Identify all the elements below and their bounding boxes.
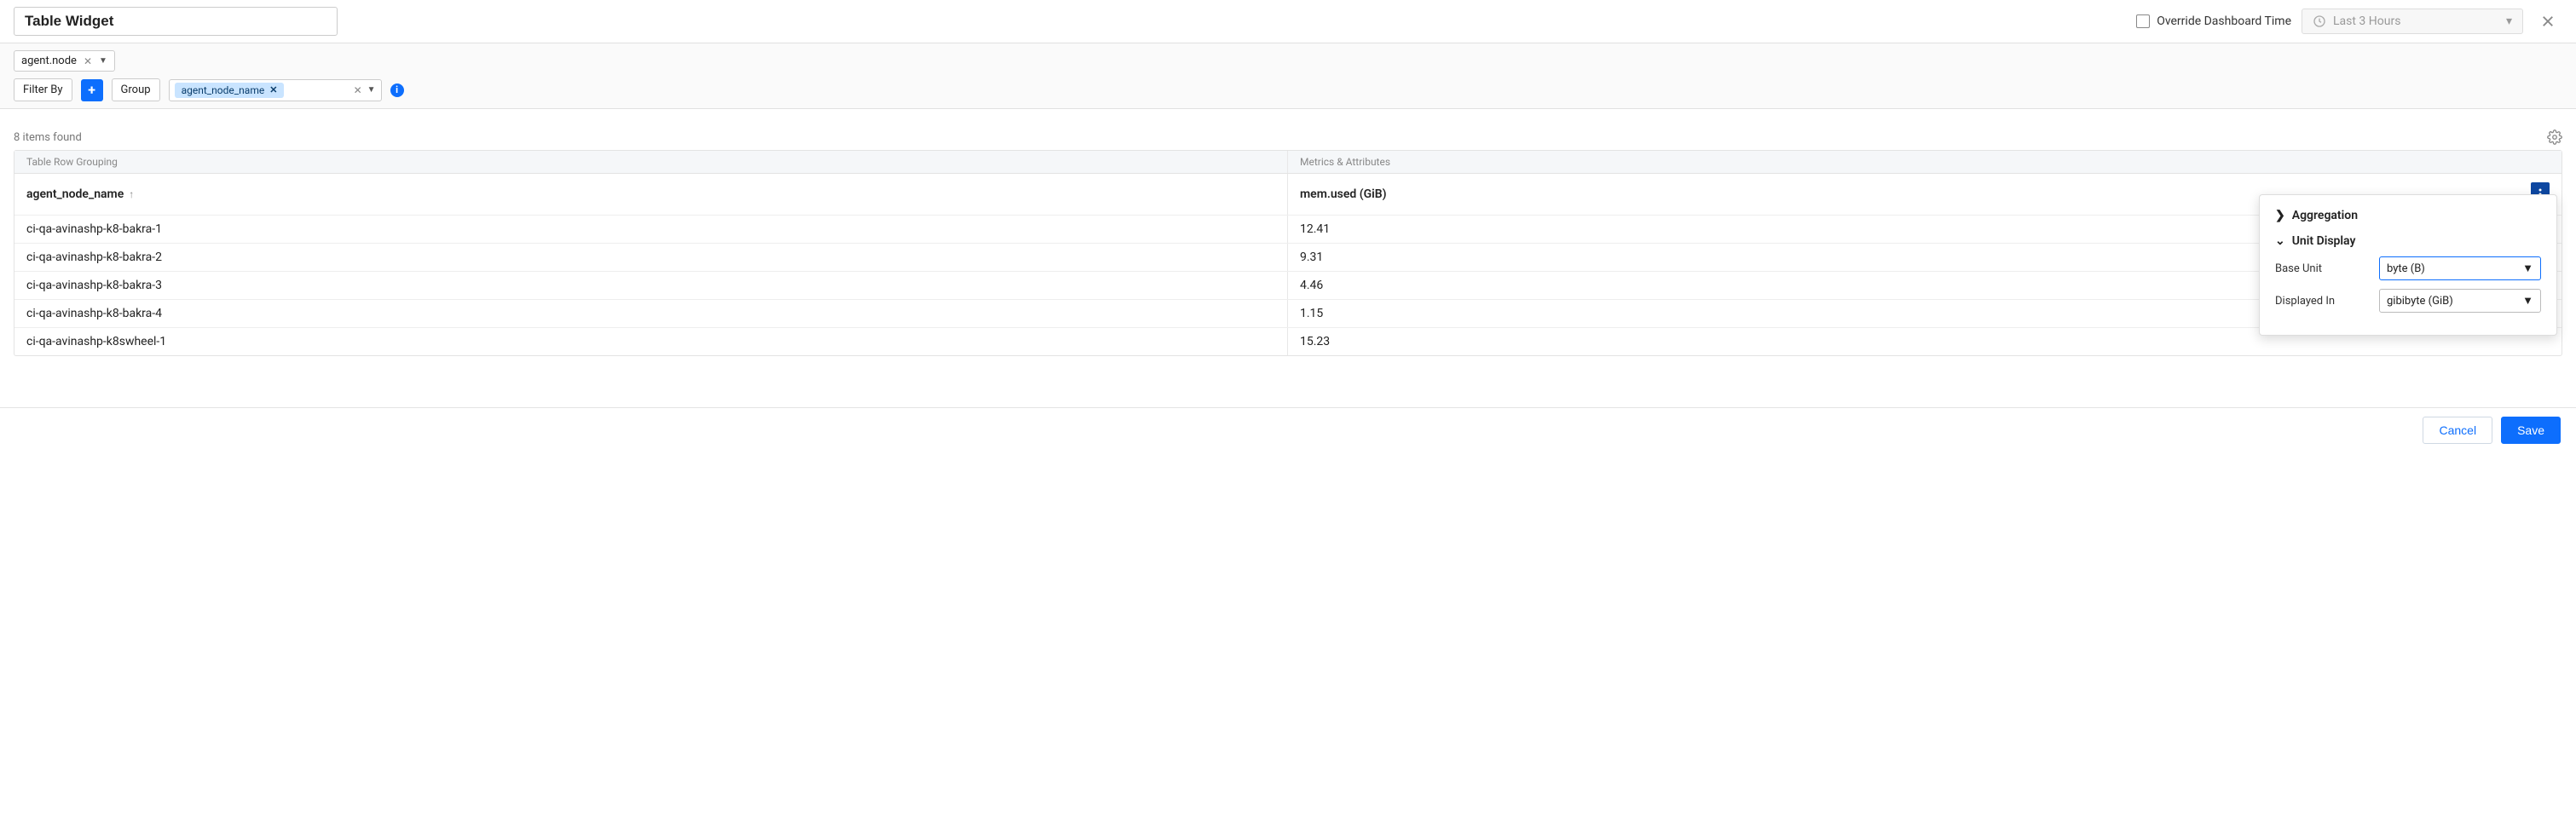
chevron-down-icon: ▾ — [2506, 14, 2512, 28]
cell-name: ci-qa-avinashp-k8-bakra-3 — [14, 272, 1288, 299]
cell-name: ci-qa-avinashp-k8-bakra-1 — [14, 216, 1288, 243]
filter-by-label: Filter By — [14, 78, 72, 101]
sort-ascending-icon: ↑ — [129, 188, 134, 200]
displayed-in-select[interactable]: gibibyte (GiB) ▼ — [2379, 289, 2541, 313]
source-tag[interactable]: agent.node ✕ ▼ — [14, 50, 115, 72]
cancel-button[interactable]: Cancel — [2423, 417, 2492, 444]
base-unit-value: byte (B) — [2387, 262, 2425, 275]
data-table: Table Row Grouping Metrics & Attributes … — [14, 150, 2562, 356]
chevron-down-icon: ⌄ — [2275, 234, 2285, 248]
info-icon[interactable]: i — [390, 83, 404, 97]
settings-button[interactable] — [2547, 129, 2562, 145]
items-found-label: 8 items found — [14, 131, 82, 144]
remove-source-icon[interactable]: ✕ — [84, 55, 92, 67]
cell-name: ci-qa-avinashp-k8-bakra-4 — [14, 300, 1288, 327]
base-unit-label: Base Unit — [2275, 262, 2369, 275]
time-range-selector: Last 3 Hours ▾ — [2302, 9, 2523, 34]
chevron-right-icon: ❯ — [2275, 209, 2285, 222]
table-row[interactable]: ci-qa-avinashp-k8-bakra-41.15 — [14, 299, 2562, 327]
group-label: Group — [112, 78, 160, 101]
override-time-label: Override Dashboard Time — [2157, 14, 2291, 28]
aggregation-section[interactable]: ❯ Aggregation — [2275, 209, 2541, 222]
table-row[interactable]: ci-qa-avinashp-k8swheel-115.23 — [14, 327, 2562, 355]
column-header-metric-label: mem.used (GiB) — [1300, 187, 1387, 201]
unit-display-label: Unit Display — [2292, 234, 2356, 248]
gear-icon — [2547, 129, 2562, 145]
close-icon — [2540, 14, 2556, 29]
source-tag-label: agent.node — [21, 55, 77, 67]
checkbox-icon — [2136, 14, 2150, 28]
add-filter-button[interactable]: + — [81, 79, 103, 101]
table-row[interactable]: ci-qa-avinashp-k8-bakra-34.46 — [14, 271, 2562, 299]
group-by-field[interactable]: agent_node_name ✕ ✕ ▼ — [169, 79, 382, 101]
displayed-in-label: Displayed In — [2275, 295, 2369, 308]
group-chip-label: agent_node_name — [182, 84, 265, 96]
clear-group-icon[interactable]: ✕ — [354, 84, 362, 96]
chevron-down-icon: ▼ — [2522, 294, 2533, 308]
cell-name: ci-qa-avinashp-k8-bakra-2 — [14, 244, 1288, 271]
chevron-down-icon[interactable]: ▼ — [99, 56, 107, 66]
column-section-metrics: Metrics & Attributes — [1288, 151, 2562, 173]
aggregation-label: Aggregation — [2292, 209, 2358, 222]
time-range-label: Last 3 Hours — [2333, 14, 2400, 28]
chevron-down-icon: ▼ — [2522, 262, 2533, 275]
close-button[interactable] — [2533, 10, 2562, 32]
base-unit-select[interactable]: byte (B) ▼ — [2379, 256, 2541, 280]
table-row[interactable]: ci-qa-avinashp-k8-bakra-29.31 — [14, 243, 2562, 271]
remove-group-chip-icon[interactable]: ✕ — [269, 84, 277, 95]
column-settings-popup: ❯ Aggregation ⌄ Unit Display Base Unit b… — [2259, 194, 2557, 336]
save-button[interactable]: Save — [2501, 417, 2561, 444]
group-chip: agent_node_name ✕ — [175, 83, 285, 98]
widget-title-input[interactable] — [14, 7, 338, 36]
column-header-name-label: agent_node_name — [26, 187, 124, 201]
chevron-down-icon[interactable]: ▼ — [367, 85, 376, 95]
override-time-checkbox[interactable]: Override Dashboard Time — [2136, 14, 2291, 28]
column-header-name[interactable]: agent_node_name ↑ — [14, 174, 1288, 215]
displayed-in-value: gibibyte (GiB) — [2387, 295, 2453, 308]
table-row[interactable]: ci-qa-avinashp-k8-bakra-112.41 — [14, 215, 2562, 243]
clock-icon — [2313, 14, 2326, 28]
column-section-grouping: Table Row Grouping — [14, 151, 1288, 173]
cell-name: ci-qa-avinashp-k8swheel-1 — [14, 328, 1288, 355]
unit-display-section[interactable]: ⌄ Unit Display — [2275, 234, 2541, 248]
